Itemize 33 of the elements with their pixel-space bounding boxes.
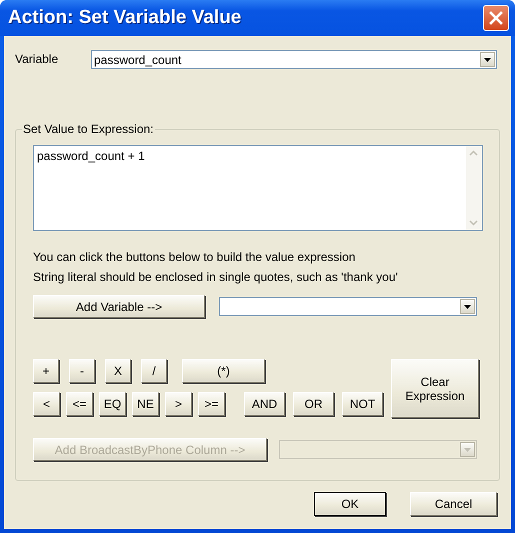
scrollbar[interactable] xyxy=(466,146,482,230)
operator-button[interactable]: EQ xyxy=(99,392,126,416)
operator-button[interactable]: AND xyxy=(244,392,285,416)
expression-field[interactable]: password_count + 1 xyxy=(33,145,483,231)
dropdown-arrow-icon xyxy=(464,448,471,452)
operator-button[interactable]: < xyxy=(33,392,60,416)
dialog-button[interactable]: OK xyxy=(314,492,386,516)
operator-button[interactable]: OR xyxy=(293,392,334,416)
operator-button[interactable]: (*) xyxy=(182,359,265,383)
add-variable-button[interactable]: Add Variable --> xyxy=(33,295,205,318)
dropdown-arrow-icon xyxy=(464,304,471,308)
clear-expression-button[interactable]: Clear Expression xyxy=(391,359,479,418)
operator-button[interactable]: >= xyxy=(198,392,225,416)
operator-button[interactable]: > xyxy=(165,392,192,416)
variable-label: Variable xyxy=(15,52,60,66)
help-text: You can click the buttons below to build the value expression xyxy=(33,249,356,266)
dialog-button[interactable]: Cancel xyxy=(410,492,497,516)
operator-button[interactable]: <= xyxy=(66,392,93,416)
help-text: String literal should be enclosed in single quotes, such as 'thank you' xyxy=(33,269,399,286)
operator-button[interactable]: NOT xyxy=(342,392,383,416)
operator-button[interactable]: NE xyxy=(132,392,159,416)
close-button[interactable] xyxy=(483,5,509,31)
column-dropdown[interactable] xyxy=(279,440,477,459)
variable-picker-dropdown[interactable] xyxy=(219,297,477,316)
operator-button[interactable]: / xyxy=(141,359,167,383)
operator-button[interactable]: - xyxy=(69,359,95,383)
operator-button[interactable]: + xyxy=(33,359,59,383)
group-legend: Set Value to Expression: xyxy=(22,122,155,136)
variable-dropdown[interactable]: password_count xyxy=(91,50,497,69)
dropdown-arrow-icon xyxy=(484,58,491,62)
window-title: Action: Set Variable Value xyxy=(8,7,242,29)
operator-button[interactable]: X xyxy=(105,359,131,383)
close-icon xyxy=(489,11,503,25)
